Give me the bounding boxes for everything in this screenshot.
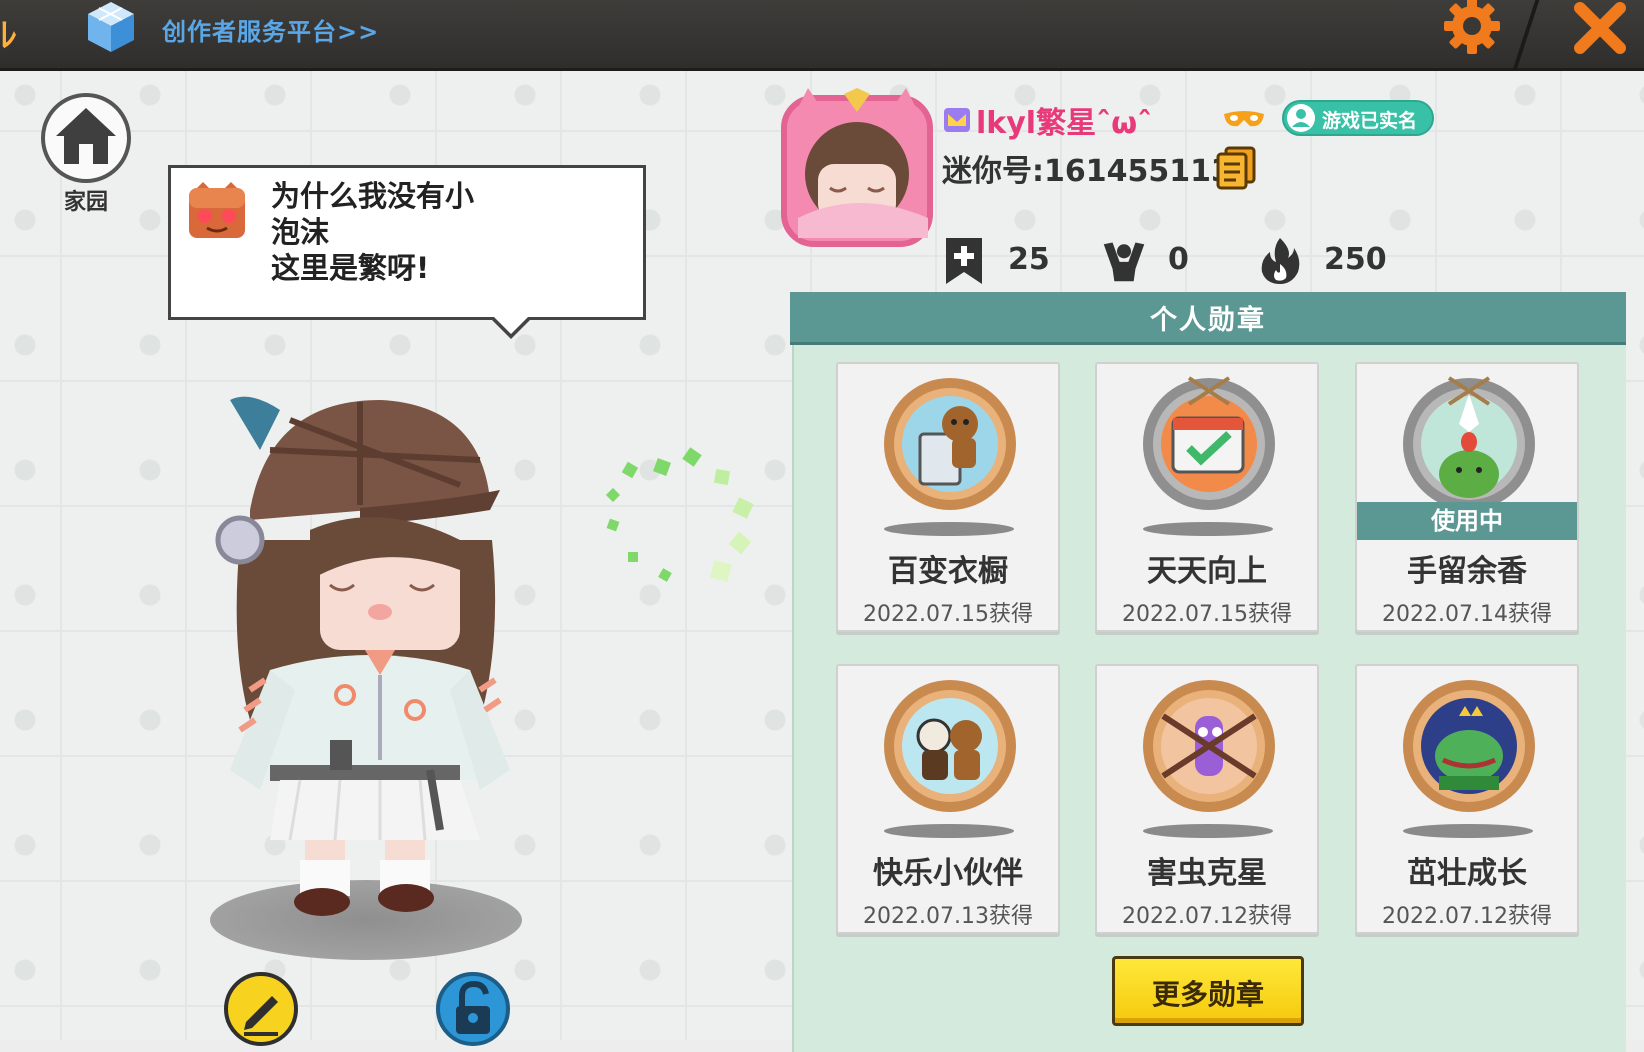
medal-name: 百变衣橱 [888, 554, 1008, 589]
gear-icon[interactable] [1440, 0, 1504, 58]
player-character[interactable] [210, 390, 522, 950]
fans-count: 0 [1168, 242, 1189, 277]
medal-card[interactable]: 害虫克星 2022.07.12获得 [1095, 664, 1319, 934]
vip-badge-icon [944, 108, 970, 132]
cube-icon[interactable] [86, 0, 136, 54]
medal-name: 手留余香 [1407, 554, 1527, 589]
medal-date: 2022.07.15获得 [1122, 602, 1292, 627]
medal-name: 天天向上 [1147, 554, 1267, 589]
speech-bubble: 为什么我没有小 泡沫 这里是繁呀! [168, 165, 646, 339]
medal-shadow [884, 824, 1014, 838]
sparkle-ring-effect [605, 447, 754, 583]
medal-date: 2022.07.13获得 [863, 904, 1033, 929]
medal-name: 害虫克星 [1147, 856, 1267, 891]
home-label: 家园 [63, 190, 108, 215]
medal-card[interactable]: 百变衣橱 2022.07.15获得 [836, 362, 1060, 632]
home-icon[interactable] [40, 92, 132, 184]
mini-id: 迷你号:1614551132 [942, 154, 1253, 189]
profile-avatar[interactable] [778, 88, 936, 248]
medal-panel-header: 个人勋章 [790, 292, 1626, 345]
unlock-icon[interactable] [434, 970, 512, 1048]
medal-shadow [884, 522, 1014, 536]
copy-icon[interactable] [1216, 146, 1256, 190]
bookmark-plus-icon [946, 238, 982, 284]
fragrance-medal-icon [1403, 376, 1535, 510]
medal-header-title: 个人勋章 [1150, 305, 1266, 336]
in-use-label: 使用中 [1357, 502, 1577, 540]
close-icon[interactable] [1570, 0, 1630, 58]
bubble-line-3: 这里是繁呀! [271, 251, 430, 285]
bubble-avatar-icon [189, 182, 245, 238]
flame-icon [1261, 238, 1300, 284]
wardrobe-medal-icon [884, 378, 1016, 510]
friends-count: 25 [1008, 242, 1050, 277]
username: lkyl繁星ˆωˆ [976, 106, 1153, 141]
top-bar: ﾚ 创作者服务平台>> [0, 0, 1644, 71]
friends-medal-icon [884, 680, 1016, 812]
fans-cheer-icon [1103, 242, 1145, 282]
medal-card[interactable]: 快乐小伙伴 2022.07.13获得 [836, 664, 1060, 934]
medal-shadow [1403, 824, 1533, 838]
medal-date: 2022.07.14获得 [1382, 602, 1552, 627]
pest-buster-medal-icon [1143, 680, 1275, 812]
medal-shadow [1143, 522, 1273, 536]
growth-medal-icon [1403, 680, 1535, 812]
realname-text: 游戏已实名 [1322, 110, 1418, 132]
medal-card[interactable]: 使用中 手留余香 2022.07.14获得 [1355, 362, 1579, 632]
medal-card[interactable]: 茁壮成长 2022.07.12获得 [1355, 664, 1579, 934]
bubble-message: 为什么我没有小 泡沫 这里是繁呀! [271, 178, 571, 286]
medal-name: 茁壮成长 [1407, 856, 1527, 891]
creator-platform-link[interactable]: 创作者服务平台>> [162, 12, 379, 47]
medal-date: 2022.07.15获得 [863, 602, 1033, 627]
left-edge-accent: ﾚ [0, 16, 17, 56]
more-medals-button[interactable]: 更多勋章 [1112, 956, 1304, 1026]
mask-icon[interactable] [1222, 108, 1266, 132]
medal-date: 2022.07.12获得 [1122, 904, 1292, 929]
bubble-line-1: 为什么我没有小 [271, 179, 475, 213]
topbar-divider [1512, 0, 1540, 70]
medal-shadow [1143, 824, 1273, 838]
edit-icon[interactable] [222, 970, 300, 1048]
medal-card[interactable]: 天天向上 2022.07.15获得 [1095, 362, 1319, 632]
heat-count: 250 [1324, 242, 1387, 277]
realname-verified-badge: 游戏已实名 [1282, 100, 1434, 136]
more-medals-label: 更多勋章 [1151, 978, 1264, 1011]
bubble-line-2: 泡沫 [271, 215, 330, 249]
calendar-medal-icon [1143, 376, 1275, 510]
medal-date: 2022.07.12获得 [1382, 904, 1552, 929]
verified-user-icon [1287, 104, 1315, 132]
medal-name: 快乐小伙伴 [873, 856, 1023, 891]
